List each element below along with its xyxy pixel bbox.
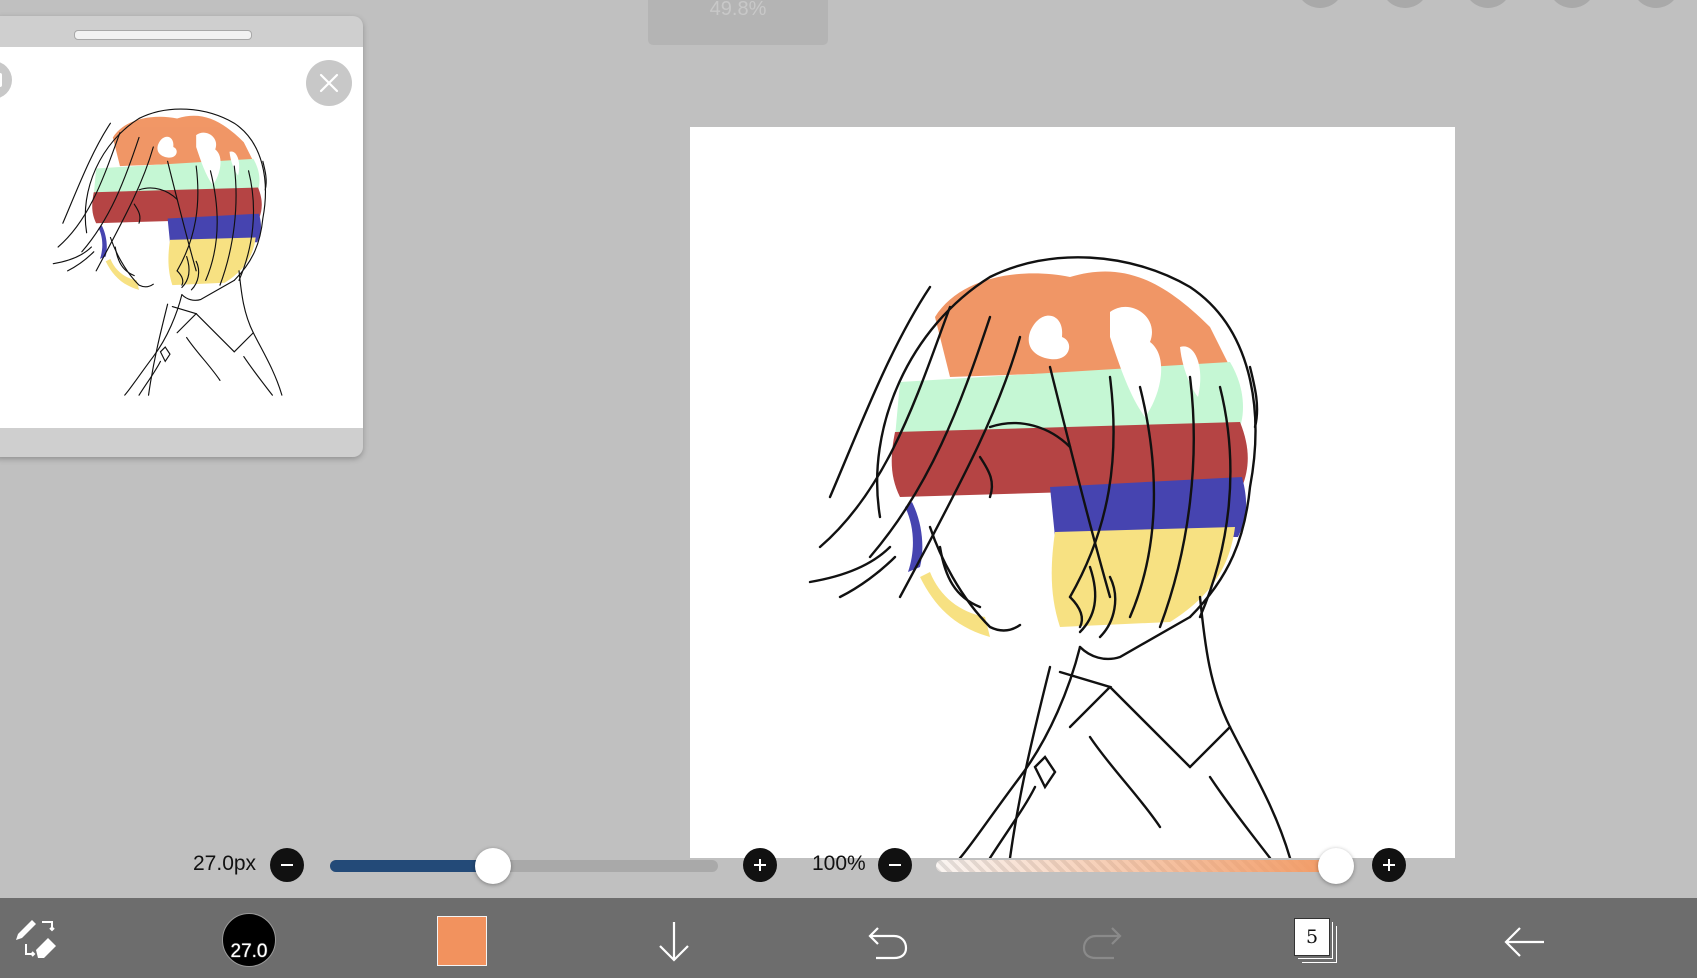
brush-size-increase-button[interactable] — [743, 848, 777, 882]
minus-icon — [281, 864, 293, 866]
minus-icon — [889, 864, 901, 866]
canvas-artwork — [808, 256, 1292, 858]
brush-size-value: 27.0 — [230, 941, 268, 962]
redo-icon — [1082, 927, 1122, 960]
opacity-label: 100% — [812, 852, 866, 875]
top-button-1[interactable] — [1296, 0, 1344, 8]
reference-window[interactable] — [0, 16, 363, 457]
undo-button[interactable] — [866, 922, 910, 962]
back-button[interactable] — [1502, 920, 1548, 964]
opacity-increase-button[interactable] — [1372, 848, 1406, 882]
brush-size-label: 27.0px — [193, 852, 257, 875]
brush-size-fill — [330, 860, 493, 872]
opacity-track[interactable] — [936, 860, 1336, 872]
undo-icon — [868, 927, 908, 960]
layers-button[interactable]: 5 — [1294, 918, 1337, 964]
redo-button[interactable] — [1080, 922, 1124, 962]
reference-mode-icon[interactable] — [0, 61, 12, 99]
brush-size-track[interactable] — [330, 860, 718, 872]
layers-count: 5 — [1294, 918, 1330, 956]
top-toolbar-buttons — [0, 0, 1697, 10]
drawing-canvas[interactable] — [690, 127, 1455, 858]
close-icon — [319, 73, 339, 93]
close-reference-button[interactable] — [306, 60, 352, 106]
brush-size-button[interactable]: 27.0 — [222, 913, 276, 967]
download-button[interactable] — [652, 918, 696, 966]
top-button-5[interactable] — [1632, 0, 1680, 8]
pen-eraser-swap-icon — [16, 920, 56, 958]
plus-icon — [1383, 859, 1395, 871]
top-button-2[interactable] — [1381, 0, 1429, 8]
top-button-3[interactable] — [1464, 0, 1512, 8]
brush-size-knob[interactable] — [474, 848, 511, 884]
tool-swap-button[interactable] — [10, 910, 62, 968]
back-arrow-icon — [1504, 927, 1544, 957]
brush-size-decrease-button[interactable] — [270, 848, 304, 882]
opacity-decrease-button[interactable] — [878, 848, 912, 882]
drag-handle[interactable] — [74, 30, 252, 40]
plus-icon — [754, 859, 766, 871]
color-swatch-button[interactable] — [437, 916, 487, 966]
arrow-down-icon — [659, 922, 689, 962]
top-button-4[interactable] — [1548, 0, 1596, 8]
opacity-knob[interactable] — [1318, 848, 1354, 884]
